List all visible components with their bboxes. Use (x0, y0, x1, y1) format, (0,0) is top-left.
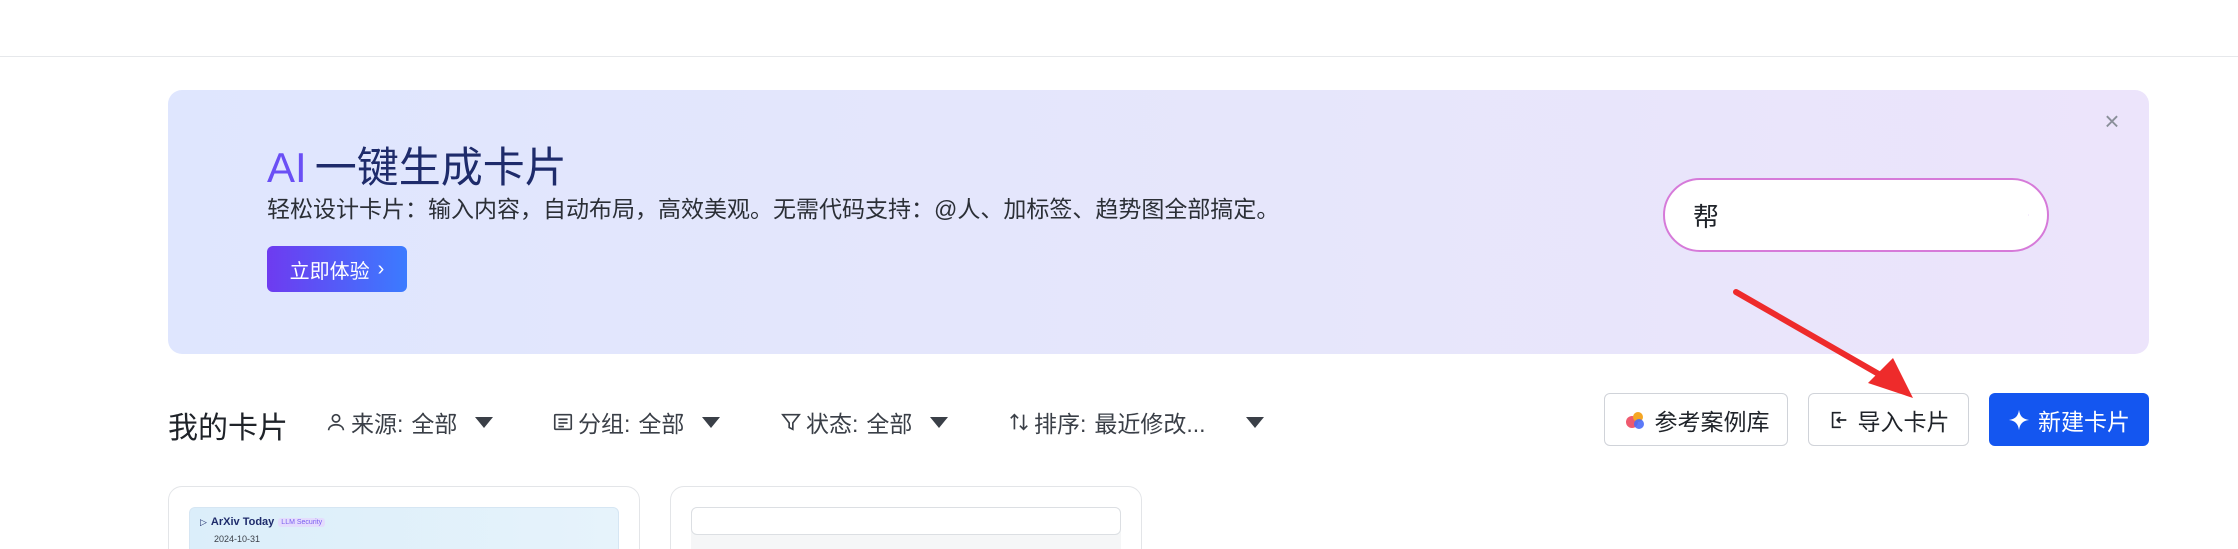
card-arxiv-today[interactable]: ▷ ArXiv Today LLM Security 2024-10-31 (168, 486, 640, 549)
try-now-label: 立即体验 (289, 260, 370, 283)
caret-down-icon (1245, 416, 1264, 428)
card-preview-header (691, 507, 1121, 535)
new-card-label: 新建卡片 (2038, 408, 2130, 435)
sort-icon (1010, 413, 1028, 431)
send-icon[interactable] (2028, 197, 2029, 233)
banner-title-ai: AI (267, 144, 307, 191)
filter-group-label: 分组: (578, 411, 631, 437)
card-blank[interactable] (670, 486, 1142, 549)
filter-status-value: 全部 (866, 411, 913, 437)
filter-sort-value: 最近修改... (1094, 411, 1206, 437)
page-title: 我的卡片 (168, 412, 288, 445)
chevron-right-icon: › (377, 258, 385, 280)
filter-group[interactable]: 分组: 全部 (552, 405, 721, 439)
filter-sort[interactable]: 排序: 最近修改... (1008, 405, 1264, 439)
banner-subtitle: 轻松设计卡片：输入内容，自动布局，高效美观。无需代码支持：@人、加标签、趋势图全… (267, 196, 1280, 222)
ai-prompt-input[interactable] (1693, 199, 2028, 231)
group-icon (553, 413, 573, 431)
filter-status[interactable]: 状态: 全部 (780, 405, 949, 439)
import-icon (1831, 411, 1846, 428)
card-preview: ▷ ArXiv Today LLM Security 2024-10-31 (189, 507, 619, 549)
filter-source-value: 全部 (411, 411, 458, 437)
card-preview-title: ▷ ArXiv Today LLM Security (200, 516, 326, 528)
new-card-button[interactable]: 新建卡片 (1989, 393, 2149, 446)
close-icon[interactable]: × (2099, 108, 2125, 134)
caret-down-icon (930, 416, 949, 428)
top-bar (0, 0, 2238, 57)
filter-group-value: 全部 (638, 411, 685, 437)
annotation-arrow (1733, 289, 1913, 398)
user-icon (327, 413, 345, 431)
try-now-button[interactable]: 立即体验 › (267, 246, 407, 292)
example-library-icon (1625, 411, 1644, 429)
ai-prompt-field[interactable] (1663, 178, 2049, 252)
caret-down-icon (475, 416, 494, 428)
card-tag: LLM Security (278, 517, 326, 527)
filter-source-label: 来源: (351, 411, 404, 437)
card-date: 2024-10-31 (214, 534, 261, 544)
play-icon: ▷ (200, 516, 207, 527)
caret-down-icon (702, 416, 721, 428)
filter-sort-label: 排序: (1034, 411, 1087, 437)
banner-title-text: 一键生成卡片 (314, 144, 567, 191)
filter-status-label: 状态: (806, 411, 859, 437)
filter-source[interactable]: 来源: 全部 (325, 405, 494, 439)
filter-icon (781, 413, 801, 431)
sparkle-icon (2008, 409, 2030, 430)
card-title: ArXiv Today (210, 516, 275, 528)
banner-title: AI 一键生成卡片 (267, 134, 567, 195)
